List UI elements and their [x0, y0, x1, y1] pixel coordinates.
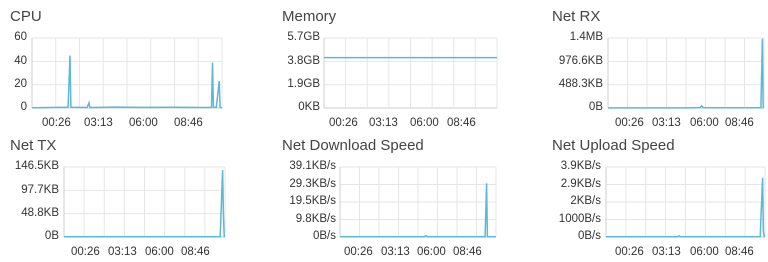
y-axis-label: 0B: [44, 230, 59, 242]
x-axis-label: 08:46: [725, 117, 754, 129]
x-axis-label: 00:26: [71, 246, 100, 258]
y-axis-label: 1000B/s: [558, 213, 601, 225]
y-axis-label: 976.6KB: [558, 55, 603, 67]
x-axis-label: 08:46: [453, 246, 482, 258]
x-axis-label: 06:00: [129, 117, 158, 129]
y-axis-label: 48.8KB: [21, 207, 59, 219]
y-axis-label: 0B/s: [312, 230, 336, 242]
y-axis-label: 97.7KB: [21, 184, 59, 196]
y-axis-label: 60: [14, 31, 27, 43]
memory-plot: [323, 37, 498, 109]
x-axis-label: 06:00: [410, 117, 439, 129]
y-axis-label: 39.1KB/s: [289, 160, 336, 172]
y-axis-label: 0B/s: [577, 230, 601, 242]
x-axis-label: 00:26: [344, 246, 373, 258]
x-axis-label: 06:00: [690, 246, 719, 258]
net-tx-plot: [63, 166, 226, 238]
y-axis-label: 20: [14, 78, 27, 90]
x-axis-label: 00:26: [615, 117, 644, 129]
y-axis-label: 1.4MB: [569, 31, 603, 43]
y-axis-label: 29.3KB/s: [289, 178, 336, 190]
net-download-speed-plot: [339, 166, 497, 238]
x-axis-label: 06:00: [690, 117, 719, 129]
x-axis-label: 00:26: [329, 117, 358, 129]
cpu-plot: [31, 37, 223, 109]
y-axis-label: 146.5KB: [14, 160, 59, 172]
x-axis-label: 08:46: [174, 117, 203, 129]
x-axis-label: 03:13: [652, 117, 681, 129]
net-upload-speed-chart: Net Upload Speed 3.9KB/s 2.9KB/s 2KB/s 1…: [512, 131, 768, 262]
net-download-speed-chart: Net Download Speed 39.1KB/s 29.3KB/s 19.…: [256, 131, 512, 262]
y-axis-label: 2KB/s: [570, 195, 601, 207]
y-axis-label: 0B: [588, 101, 603, 113]
y-axis-label: 5.7GB: [287, 31, 320, 43]
x-axis-label: 08:46: [181, 246, 210, 258]
x-axis-label: 06:00: [145, 246, 174, 258]
x-axis-label: 03:13: [652, 246, 681, 258]
net-rx-plot: [607, 37, 765, 109]
y-axis-label: 0: [20, 101, 27, 113]
chart-title: Net Download Speed: [282, 137, 424, 154]
memory-chart: Memory 5.7GB 3.8GB 1.9GB 0KB 00:26 03:13…: [256, 0, 512, 131]
x-axis-label: 03:13: [108, 246, 137, 258]
x-axis-label: 06:00: [417, 246, 446, 258]
chart-title: Net Upload Speed: [552, 137, 675, 154]
y-axis-label: 488.3KB: [558, 78, 603, 90]
y-axis-label: 9.8KB/s: [295, 213, 336, 225]
x-axis-label: 08:46: [725, 246, 754, 258]
chart-title: Memory: [282, 8, 337, 25]
x-axis-label: 03:13: [369, 117, 398, 129]
net-rx-chart: Net RX 1.4MB 976.6KB 488.3KB 0B 00:26 03…: [512, 0, 768, 131]
y-axis-label: 3.8GB: [287, 55, 320, 67]
chart-title: CPU: [10, 8, 42, 25]
net-tx-chart: Net TX 146.5KB 97.7KB 48.8KB 0B 00:26 03…: [0, 131, 256, 262]
cpu-chart: CPU 60 40 20 0 00:26 03:13 06:00 08:46: [0, 0, 256, 131]
chart-title: Net RX: [552, 8, 601, 25]
x-axis-label: 08:46: [447, 117, 476, 129]
charts-dashboard: CPU 60 40 20 0 00:26 03:13 06:00 08:46 M…: [0, 0, 768, 262]
y-axis-label: 2.9KB/s: [560, 178, 601, 190]
y-axis-label: 40: [14, 55, 27, 67]
y-axis-label: 0KB: [298, 101, 320, 113]
net-upload-speed-plot: [605, 166, 766, 238]
chart-title: Net TX: [10, 137, 57, 154]
y-axis-label: 19.5KB/s: [289, 195, 336, 207]
y-axis-label: 1.9GB: [287, 78, 320, 90]
x-axis-label: 03:13: [381, 246, 410, 258]
x-axis-label: 00:26: [615, 246, 644, 258]
x-axis-label: 03:13: [84, 117, 113, 129]
y-axis-label: 3.9KB/s: [560, 160, 601, 172]
x-axis-label: 00:26: [42, 117, 71, 129]
